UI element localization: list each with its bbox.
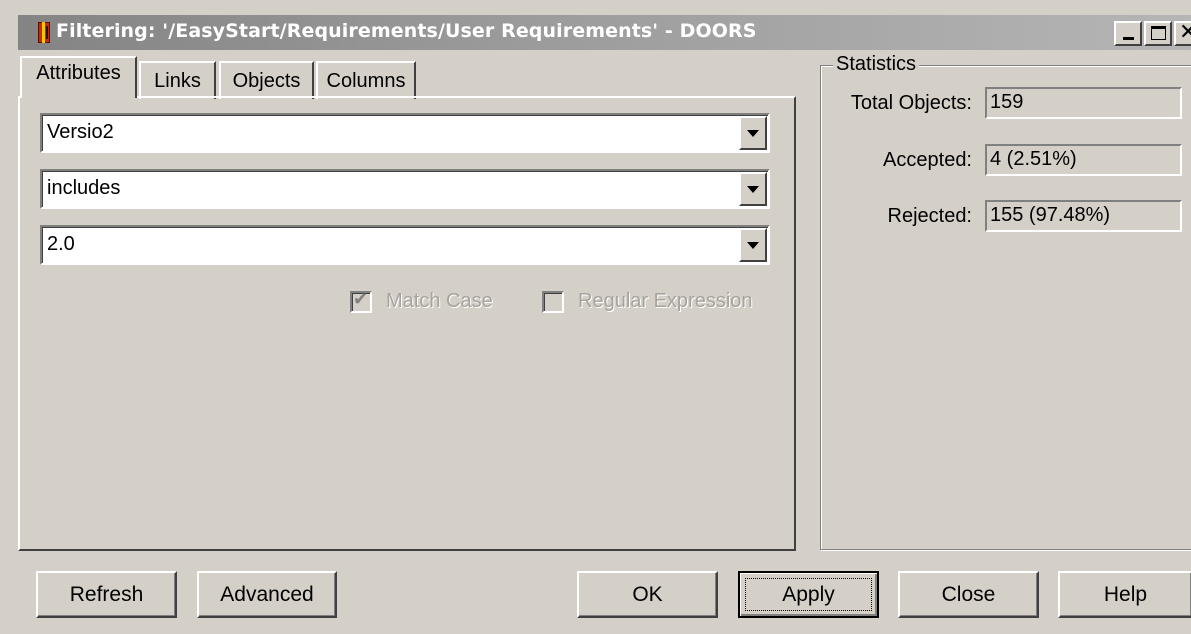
checkmark-icon: ✔: [353, 289, 369, 310]
doors-app-icon: [38, 22, 50, 43]
condition-select[interactable]: includes: [40, 169, 770, 209]
window-title: Filtering: '/EasyStart/Requirements/User…: [56, 20, 757, 42]
rejected-label: Rejected:: [887, 205, 973, 227]
title-bar[interactable]: Filtering: '/EasyStart/Requirements/User…: [18, 15, 1191, 50]
match-case-label: Match Case: [386, 290, 493, 312]
close-icon: ✕: [1179, 20, 1191, 45]
regular-expression-label: Regular Expression: [578, 290, 753, 312]
attribute-select-value: Versio2: [47, 121, 114, 143]
maximize-button[interactable]: [1144, 21, 1172, 46]
ok-button[interactable]: OK: [577, 571, 718, 618]
help-button[interactable]: Help: [1058, 571, 1191, 618]
value-select[interactable]: 2.0: [40, 225, 770, 265]
regular-expression-checkbox[interactable]: [542, 291, 564, 313]
condition-select-value: includes: [47, 177, 121, 199]
maximize-icon: [1151, 26, 1166, 40]
tab-attributes[interactable]: Attributes: [20, 56, 137, 98]
minimize-icon: [1123, 37, 1134, 40]
total-objects-label: Total Objects:: [850, 92, 972, 114]
attributes-tab-panel: [18, 96, 796, 551]
accepted-label: Accepted:: [883, 149, 972, 171]
tab-objects[interactable]: Objects: [219, 61, 314, 99]
apply-button[interactable]: Apply: [738, 571, 879, 618]
refresh-button[interactable]: Refresh: [36, 571, 177, 618]
chevron-down-icon[interactable]: [739, 172, 767, 206]
attribute-select[interactable]: Versio2: [40, 113, 770, 153]
chevron-down-icon[interactable]: [739, 228, 767, 262]
value-select-value: 2.0: [47, 233, 75, 255]
rejected-value: 155 (97.48%): [985, 200, 1182, 232]
accepted-value: 4 (2.51%): [985, 144, 1182, 176]
focus-ring: [745, 578, 872, 611]
minimize-button[interactable]: [1114, 21, 1142, 46]
statistics-title: Statistics: [833, 53, 920, 76]
tab-links[interactable]: Links: [139, 61, 216, 99]
advanced-button[interactable]: Advanced: [197, 571, 337, 618]
chevron-down-icon[interactable]: [739, 116, 767, 150]
close-window-button[interactable]: ✕: [1174, 20, 1191, 46]
close-button[interactable]: Close: [898, 571, 1039, 618]
statistics-group: [820, 65, 1191, 550]
tab-columns[interactable]: Columns: [316, 61, 416, 99]
total-objects-value: 159: [985, 87, 1182, 119]
match-case-checkbox[interactable]: ✔: [350, 289, 372, 313]
